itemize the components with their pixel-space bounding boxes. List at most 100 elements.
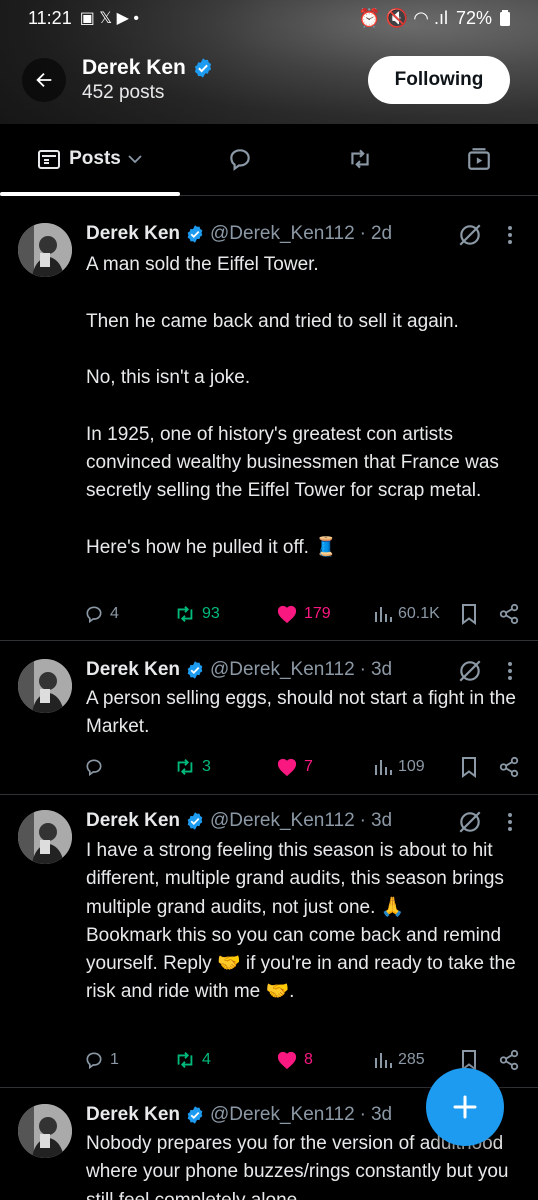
bookmark-icon	[462, 757, 476, 778]
grok-icon	[459, 660, 481, 682]
repost-count: 93	[202, 605, 220, 622]
views-button[interactable]: 285	[374, 1046, 425, 1074]
more-options-button[interactable]	[500, 808, 520, 836]
profile-name: Derek Ken	[82, 56, 186, 79]
share-button[interactable]	[498, 1046, 520, 1074]
post-header: Derek Ken @Derek_Ken112 · 2d	[86, 223, 392, 245]
notification-icons: ▣ 𝕏 ▶ •	[79, 10, 139, 27]
views-button[interactable]: 60.1K	[374, 600, 440, 628]
post-text: A person selling eggs, should not start …	[86, 688, 522, 738]
reply-button[interactable]	[84, 753, 110, 781]
share-icon	[499, 603, 519, 625]
chevron-down-icon	[128, 155, 142, 164]
like-button[interactable]: 179	[276, 600, 331, 628]
share-button[interactable]	[498, 600, 520, 628]
repost-button[interactable]: 93	[174, 600, 220, 628]
views-icon	[375, 1053, 392, 1068]
share-button[interactable]	[498, 753, 520, 781]
post-author-name[interactable]: Derek Ken	[86, 659, 180, 681]
views-icon	[375, 760, 392, 775]
post-item[interactable]: Derek Ken @Derek_Ken112 · 2d A man sold …	[0, 197, 538, 641]
views-count: 60.1K	[398, 605, 440, 622]
bookmark-icon	[462, 604, 476, 625]
reply-button[interactable]: 1	[84, 1046, 119, 1074]
profile-name-row: Derek Ken	[82, 56, 214, 80]
avatar-image	[18, 659, 72, 713]
reply-icon	[86, 606, 102, 624]
status-bar: 11:21 ▣ 𝕏 ▶ • ⏰ 🔇 ◠ .ıl 72%	[0, 0, 538, 36]
share-icon	[499, 1049, 519, 1071]
back-button[interactable]	[22, 58, 66, 102]
post-text: I have a strong feeling this season is a…	[86, 840, 516, 1003]
post-dot: ·	[359, 223, 366, 244]
grok-button[interactable]	[456, 657, 484, 685]
tab-reposts[interactable]	[300, 124, 420, 194]
following-button[interactable]: Following	[368, 56, 510, 104]
verified-badge-icon	[194, 58, 211, 78]
repost-icon	[177, 1052, 193, 1068]
battery-level: 72%	[455, 7, 492, 28]
post-header: Derek Ken @Derek_Ken112 · 3d	[86, 810, 392, 832]
repost-count: 3	[202, 758, 211, 775]
avatar[interactable]	[18, 810, 72, 864]
avatar-image	[18, 1104, 72, 1158]
reply-icon	[230, 149, 250, 171]
avatar[interactable]	[18, 1104, 72, 1158]
post-author-handle[interactable]: @Derek_Ken112	[210, 810, 355, 832]
views-count: 285	[398, 1051, 425, 1068]
bookmark-button[interactable]	[460, 600, 478, 628]
post-author-handle[interactable]: @Derek_Ken112	[210, 223, 355, 245]
post-item[interactable]: Derek Ken @Derek_Ken112 · 3d A person se…	[0, 641, 538, 795]
grok-icon	[459, 224, 481, 246]
like-button[interactable]: 8	[276, 1046, 313, 1074]
post-author-name[interactable]: Derek Ken	[86, 810, 180, 832]
active-tab-indicator	[0, 192, 180, 196]
avatar[interactable]	[18, 659, 72, 713]
like-count: 179	[304, 605, 331, 622]
post-item[interactable]: Derek Ken @Derek_Ken112 · 3d I have a st…	[0, 795, 538, 1088]
post-time: 3d	[370, 1104, 393, 1125]
more-options-button[interactable]	[500, 221, 520, 249]
tab-posts-label: Posts	[69, 148, 121, 169]
post-author-handle[interactable]: @Derek_Ken112	[210, 1104, 355, 1126]
verified-badge-icon	[187, 1106, 203, 1124]
repost-icon	[351, 149, 369, 169]
status-time: 11:21	[28, 7, 72, 28]
post-author-name[interactable]: Derek Ken	[86, 1104, 180, 1126]
avatar[interactable]	[18, 223, 72, 277]
repost-button[interactable]: 4	[174, 1046, 211, 1074]
tab-posts[interactable]: Posts	[0, 124, 180, 194]
like-count: 8	[304, 1051, 313, 1068]
post-author-handle[interactable]: @Derek_Ken112	[210, 659, 355, 681]
reply-count: 1	[110, 1051, 119, 1068]
post-header: Derek Ken @Derek_Ken112 · 3d	[86, 659, 392, 681]
tab-replies[interactable]	[180, 124, 300, 194]
profile-tabs: Posts	[0, 124, 538, 196]
views-count: 109	[398, 758, 425, 775]
post-actions: 4 93 179 60.1K	[80, 600, 530, 628]
views-button[interactable]: 109	[374, 753, 425, 781]
post-actions: 3 7 109	[80, 753, 530, 781]
post-text: A man sold the Eiffel Tower. Then he cam…	[86, 254, 499, 558]
post-time: 2d	[370, 223, 393, 244]
profile-post-count: 452 posts	[82, 82, 165, 103]
grok-button[interactable]	[456, 808, 484, 836]
profile-header: 11:21 ▣ 𝕏 ▶ • ⏰ 🔇 ◠ .ıl 72% Derek Ken 45…	[0, 0, 538, 124]
grok-button[interactable]	[456, 221, 484, 249]
share-icon	[499, 756, 519, 778]
like-button[interactable]: 7	[276, 753, 313, 781]
reply-button[interactable]: 4	[84, 600, 119, 628]
bookmark-button[interactable]	[460, 753, 478, 781]
more-vertical-icon	[508, 813, 512, 831]
post-author-name[interactable]: Derek Ken	[86, 223, 180, 245]
avatar-image	[18, 810, 72, 864]
more-options-button[interactable]	[500, 657, 520, 685]
post-dot: ·	[359, 659, 366, 680]
heart-icon	[277, 758, 297, 777]
tab-videos[interactable]	[420, 124, 538, 194]
repost-count: 4	[202, 1051, 211, 1068]
post-time: 3d	[370, 810, 393, 831]
compose-button[interactable]	[426, 1068, 504, 1146]
repost-button[interactable]: 3	[174, 753, 211, 781]
arrow-left-icon	[36, 72, 52, 88]
